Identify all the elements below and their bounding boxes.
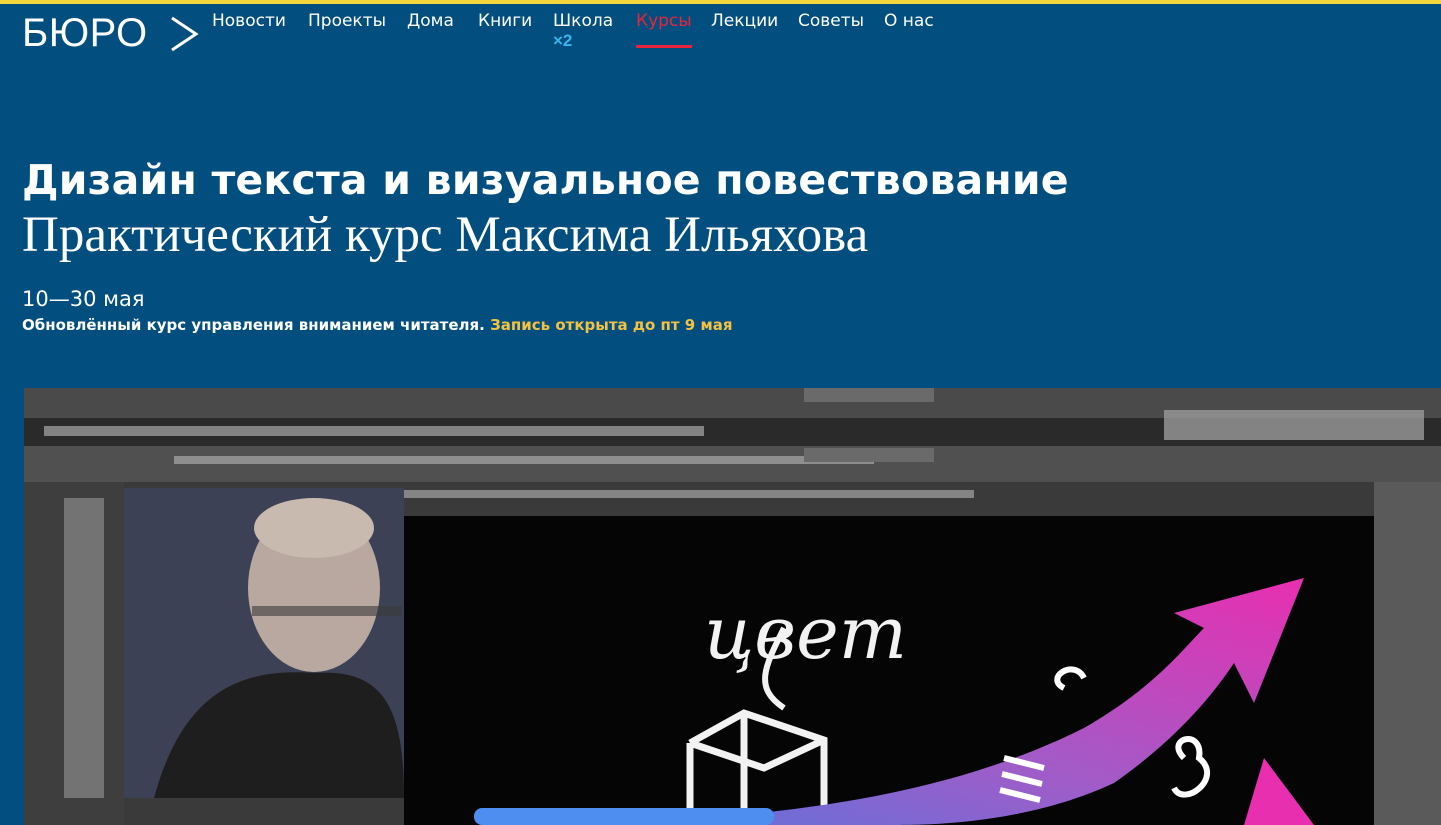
logo-chevron-icon <box>171 16 199 52</box>
enrollment-deadline[interactable]: Запись открыта до пт 9 мая <box>490 316 732 334</box>
nav-school-badge: ×2 <box>553 31 573 50</box>
course-dates: 10—30 мая <box>22 287 145 311</box>
nav-item-about[interactable]: О нас <box>884 9 934 33</box>
logo-text: БЮРО <box>22 11 148 55</box>
course-video-preview[interactable]: цвет <box>24 388 1441 825</box>
handwritten-word: цвет <box>704 591 907 675</box>
top-accent-strip <box>0 0 1441 4</box>
nav-item-school-label: Школа <box>553 11 614 31</box>
nav-item-news[interactable]: Новости <box>212 9 286 33</box>
nav-item-houses[interactable]: Дома <box>407 9 454 33</box>
nav-item-books[interactable]: Книги <box>478 9 532 33</box>
course-description: Обновлённый курс управления вниманием чи… <box>22 316 485 334</box>
course-subtitle: Практический курс Максима Ильяхова <box>22 207 869 263</box>
nav-item-courses-label: Курсы <box>636 11 692 31</box>
site-logo[interactable]: БЮРО <box>22 12 204 54</box>
video-frame-illustration: цвет <box>24 388 1441 825</box>
nav-item-projects[interactable]: Проекты <box>308 9 386 33</box>
course-title: Дизайн текста и визуальное повествование <box>22 156 1069 204</box>
course-description-line: Обновлённый курс управления вниманием чи… <box>22 314 732 336</box>
nav-item-tips[interactable]: Советы <box>798 9 864 33</box>
active-nav-underline <box>636 45 692 48</box>
nav-item-lectures[interactable]: Лекции <box>711 9 778 33</box>
nav-item-school[interactable]: Школа ×2 <box>553 9 614 50</box>
nav-item-courses[interactable]: Курсы <box>636 9 692 48</box>
